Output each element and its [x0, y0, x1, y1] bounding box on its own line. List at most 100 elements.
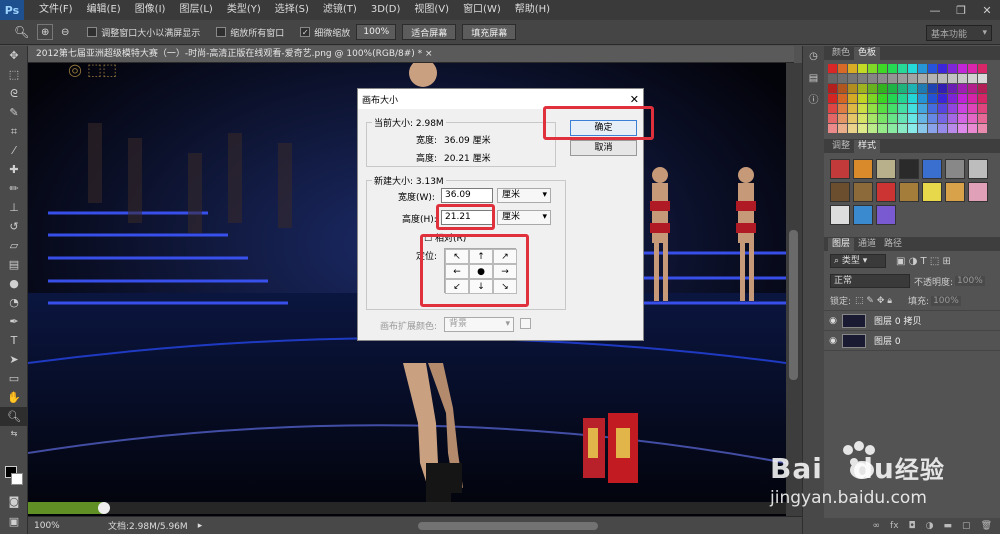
- height-unit-select[interactable]: 厘米: [497, 210, 551, 225]
- color-swatch[interactable]: [868, 124, 877, 133]
- style-preset[interactable]: [945, 159, 965, 179]
- style-preset[interactable]: [876, 182, 896, 202]
- color-swatch[interactable]: [948, 64, 957, 73]
- color-swatch[interactable]: [858, 94, 867, 103]
- style-preset[interactable]: [830, 182, 850, 202]
- color-swatch[interactable]: [928, 104, 937, 113]
- color-swatch[interactable]: [878, 84, 887, 93]
- color-swatch[interactable]: [868, 74, 877, 83]
- menu-3d[interactable]: 3D(D): [364, 0, 408, 20]
- swap-colors-icon[interactable]: ⇆: [0, 426, 28, 440]
- color-swatch[interactable]: [898, 84, 907, 93]
- zoom-in-icon[interactable]: ⊕: [37, 24, 54, 40]
- color-swatch[interactable]: [928, 74, 937, 83]
- color-swatch[interactable]: [928, 94, 937, 103]
- tab-channels[interactable]: 通道: [854, 238, 880, 251]
- style-preset[interactable]: [876, 159, 896, 179]
- close-icon[interactable]: ✕: [630, 93, 639, 106]
- color-swatch[interactable]: [868, 84, 877, 93]
- gradient-tool-icon[interactable]: ▤: [0, 255, 28, 274]
- color-swatch[interactable]: [918, 124, 927, 133]
- style-preset[interactable]: [922, 159, 942, 179]
- color-swatch[interactable]: [898, 64, 907, 73]
- color-swatch[interactable]: [978, 104, 987, 113]
- color-swatch[interactable]: [928, 64, 937, 73]
- fill-field[interactable]: 100%: [931, 295, 961, 306]
- marquee-tool-icon[interactable]: ⬚: [0, 65, 28, 84]
- tab-layers[interactable]: 图层: [828, 238, 855, 251]
- menu-edit[interactable]: 编辑(E): [80, 0, 128, 20]
- link-icon[interactable]: ∞: [873, 521, 881, 531]
- shape-tool-icon[interactable]: ▭: [0, 369, 28, 388]
- lock-icons[interactable]: ⬚ ✎ ✥ 🔒︎: [855, 296, 892, 306]
- style-preset[interactable]: [899, 182, 919, 202]
- vertical-scroll-thumb[interactable]: [789, 230, 798, 380]
- color-swatch[interactable]: [958, 84, 967, 93]
- color-swatch[interactable]: [868, 94, 877, 103]
- menu-filter[interactable]: 滤镜(T): [316, 0, 364, 20]
- color-swatch[interactable]: [838, 74, 847, 83]
- pen-tool-icon[interactable]: ✒: [0, 312, 28, 331]
- color-swatch[interactable]: [968, 94, 977, 103]
- color-swatch[interactable]: [898, 74, 907, 83]
- color-swatch[interactable]: [898, 104, 907, 113]
- color-swatch[interactable]: [918, 64, 927, 73]
- color-swatch[interactable]: [878, 74, 887, 83]
- color-swatch[interactable]: [868, 114, 877, 123]
- color-swatch[interactable]: [888, 114, 897, 123]
- color-swatch[interactable]: [888, 124, 897, 133]
- color-swatch[interactable]: [908, 114, 917, 123]
- color-swatch[interactable]: [908, 104, 917, 113]
- style-preset[interactable]: [899, 159, 919, 179]
- color-swatch[interactable]: [848, 74, 857, 83]
- color-swatch[interactable]: [958, 74, 967, 83]
- status-arrow-icon[interactable]: ▸: [198, 521, 203, 531]
- color-swatch[interactable]: [868, 64, 877, 73]
- color-swatch[interactable]: [838, 104, 847, 113]
- color-swatch[interactable]: [948, 114, 957, 123]
- menu-help[interactable]: 帮助(H): [508, 0, 557, 20]
- color-swatch[interactable]: [948, 94, 957, 103]
- close-icon[interactable]: ✕: [974, 0, 1000, 20]
- color-swatch[interactable]: [918, 94, 927, 103]
- color-swatch[interactable]: [878, 64, 887, 73]
- eye-icon[interactable]: ◉: [824, 316, 842, 326]
- fx-icon[interactable]: fx: [890, 521, 899, 531]
- color-swatch[interactable]: [878, 104, 887, 113]
- color-swatch[interactable]: [878, 124, 887, 133]
- color-swatch[interactable]: [938, 94, 947, 103]
- background-color-swatch[interactable]: [11, 473, 23, 485]
- color-swatch[interactable]: [878, 114, 887, 123]
- screen-mode-icon[interactable]: ▣: [0, 512, 28, 531]
- brush-tool-icon[interactable]: ✏: [0, 179, 28, 198]
- tab-adjustments[interactable]: 调整: [828, 140, 854, 153]
- folder-icon[interactable]: ▬: [944, 521, 953, 531]
- properties-icon[interactable]: ▤: [803, 68, 824, 90]
- trash-icon[interactable]: 🗑︎: [981, 521, 992, 531]
- color-swatch[interactable]: [948, 124, 957, 133]
- style-preset[interactable]: [830, 205, 850, 225]
- color-swatch[interactable]: [938, 104, 947, 113]
- menu-layer[interactable]: 图层(L): [172, 0, 219, 20]
- color-swatch[interactable]: [828, 124, 837, 133]
- color-swatch[interactable]: [958, 94, 967, 103]
- color-swatch[interactable]: [848, 104, 857, 113]
- color-swatch[interactable]: [918, 84, 927, 93]
- color-swatch[interactable]: [978, 84, 987, 93]
- clone-stamp-tool-icon[interactable]: ⊥: [0, 198, 28, 217]
- workspace-selector[interactable]: 基本功能 ▾: [926, 25, 992, 41]
- menu-select[interactable]: 选择(S): [268, 0, 316, 20]
- color-swatch[interactable]: [968, 84, 977, 93]
- history-icon[interactable]: ◷: [803, 46, 824, 68]
- extension-color-select[interactable]: 背景: [444, 317, 514, 332]
- healing-tool-icon[interactable]: ✚: [0, 160, 28, 179]
- color-swatch[interactable]: [888, 94, 897, 103]
- color-swatch[interactable]: [898, 94, 907, 103]
- color-swatch[interactable]: [958, 124, 967, 133]
- zoom-100-button[interactable]: 100%: [356, 24, 397, 40]
- scrubby-zoom-checkbox[interactable]: ✓: [300, 27, 311, 37]
- color-swatch[interactable]: [948, 104, 957, 113]
- zoom-out-icon[interactable]: ⊖: [57, 24, 73, 40]
- color-swatch[interactable]: [938, 84, 947, 93]
- tab-swatches[interactable]: 色板: [854, 47, 881, 60]
